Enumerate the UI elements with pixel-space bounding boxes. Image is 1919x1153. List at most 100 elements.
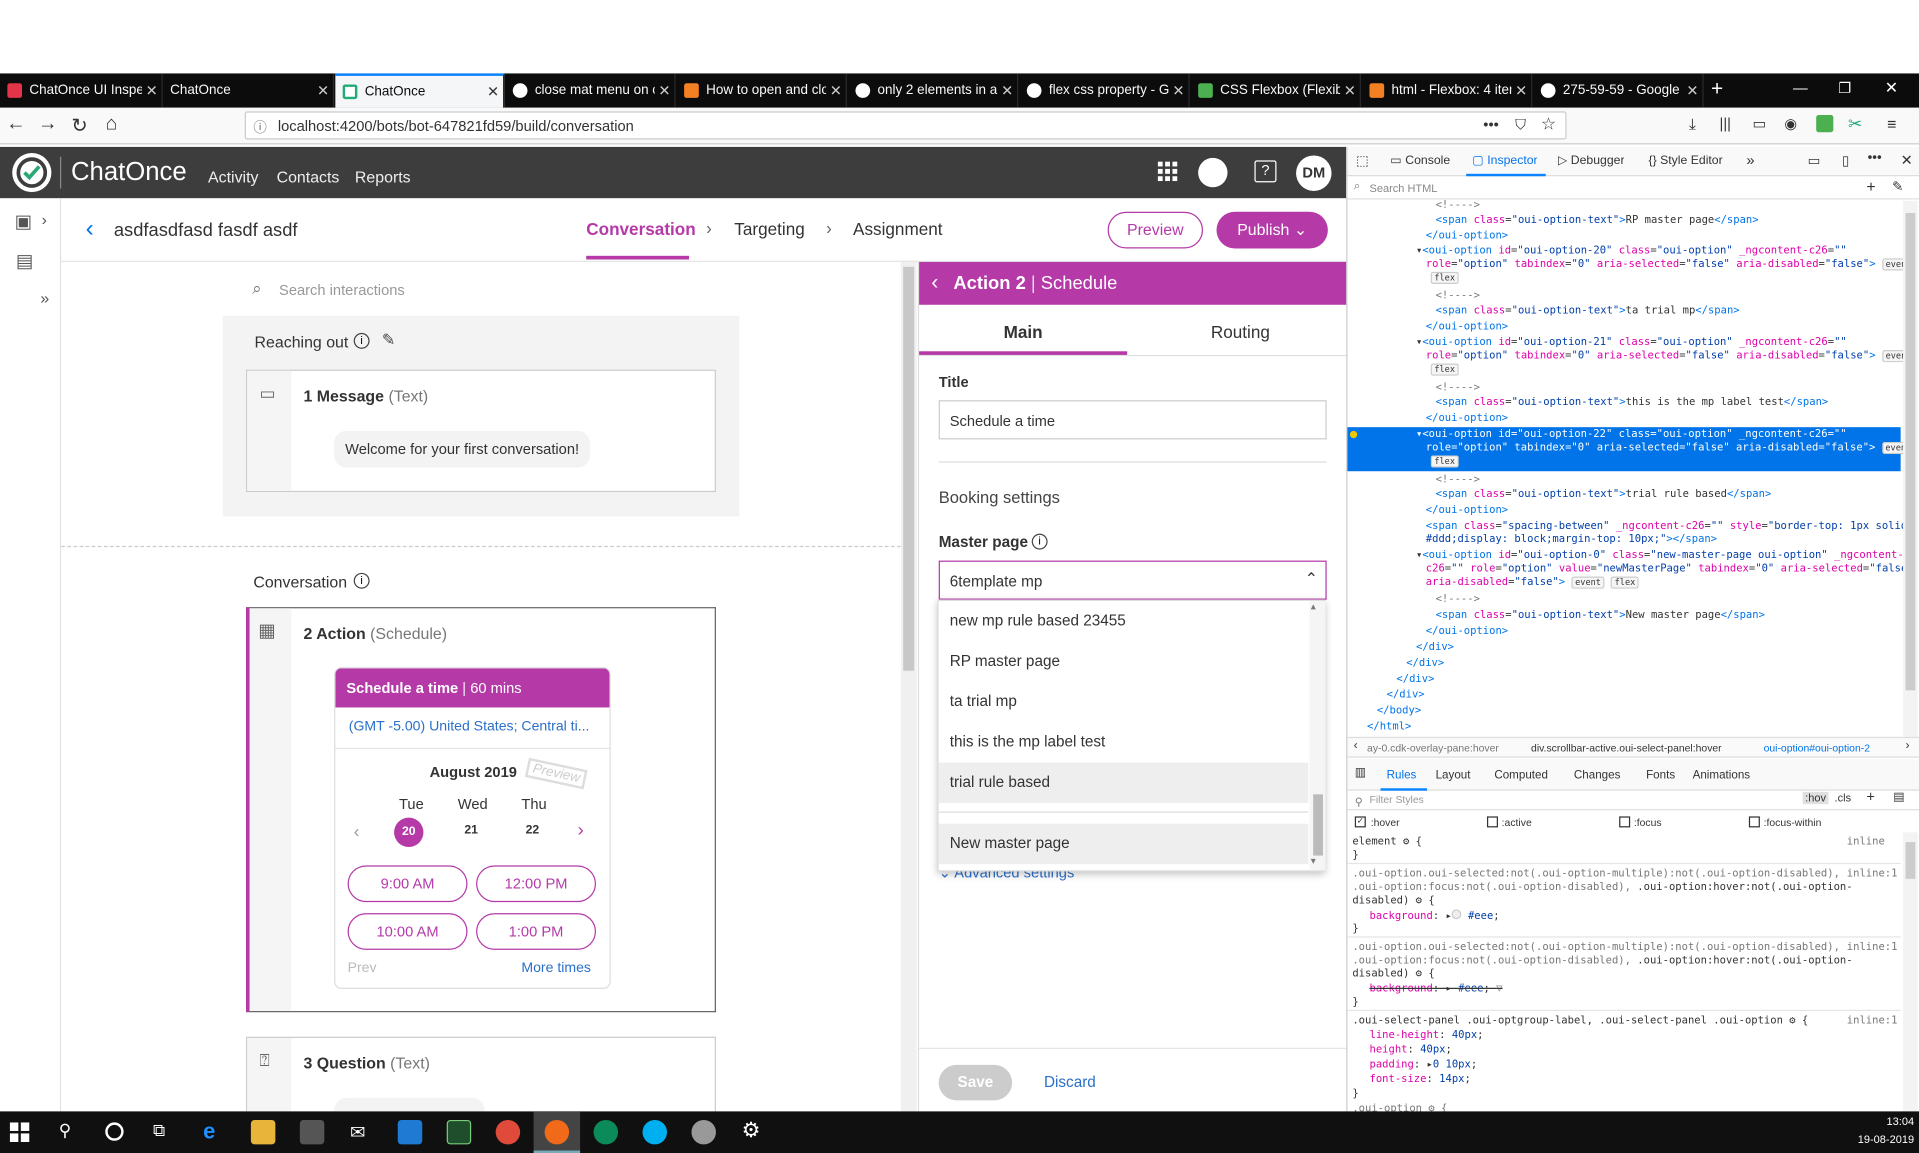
selected-markup-node[interactable]: ▾<oui-option id="oui-option-22" class="o… xyxy=(1347,427,1915,472)
devtools-tab-inspector[interactable]: ▢ Inspector xyxy=(1472,154,1537,167)
devtools-tab-debugger[interactable]: ▷ Debugger xyxy=(1558,154,1625,167)
markup-line[interactable]: </body> xyxy=(1377,705,1421,717)
markup-line[interactable]: <!----> xyxy=(1436,594,1480,606)
scroll-down-icon[interactable]: ▾ xyxy=(1311,856,1316,867)
nav-activity[interactable]: Activity xyxy=(208,168,258,186)
selected-date[interactable]: 20 xyxy=(394,817,424,848)
dropdown-scrollbar[interactable]: ▴ ▾ xyxy=(1309,600,1326,871)
step-conversation[interactable]: Conversation xyxy=(586,219,695,239)
teams-icon[interactable] xyxy=(593,1119,619,1145)
css-selector[interactable]: .oui-option.oui-selected:not(.oui-option… xyxy=(1352,868,1840,880)
css-selector[interactable]: .oui-select-panel .oui-optgroup-label, .… xyxy=(1352,1015,1808,1027)
markup-line[interactable]: </oui-option> xyxy=(1426,412,1508,424)
markup-line[interactable]: ▾<oui-option id="oui-option-21" class="o… xyxy=(1416,337,1847,349)
markup-line[interactable]: flex xyxy=(1430,271,1459,284)
css-declaration-overridden[interactable]: background: ▸ #eee; ▽ xyxy=(1369,983,1502,995)
skype-icon[interactable] xyxy=(642,1119,667,1145)
focus-within-checkbox[interactable] xyxy=(1748,816,1760,828)
option-item[interactable]: this is the mp label test xyxy=(939,722,1309,762)
print-media-icon[interactable]: ▤ xyxy=(1893,791,1905,804)
question-card[interactable]: ⍰ 3 Question (Text) xyxy=(245,1036,716,1112)
step-targeting[interactable]: Targeting xyxy=(734,219,804,239)
preview-button[interactable]: Preview xyxy=(1107,211,1204,249)
home-icon[interactable]: ⌂ xyxy=(98,114,125,136)
close-tab-icon[interactable]: ✕ xyxy=(313,82,333,99)
time-slot-button[interactable]: 9:00 AM xyxy=(347,865,468,903)
clock-date[interactable]: 19-08-2019 xyxy=(1841,1133,1914,1145)
css-declaration[interactable]: background: ▸ #eee; xyxy=(1369,909,1500,923)
help-icon[interactable]: ? xyxy=(1254,160,1277,183)
back-arrow-icon[interactable]: ‹ xyxy=(86,215,94,243)
focus-checkbox[interactable] xyxy=(1619,816,1631,828)
markup-line[interactable]: </oui-option> xyxy=(1426,230,1508,242)
file-explorer-icon[interactable] xyxy=(250,1119,276,1145)
scroll-up-icon[interactable]: ▴ xyxy=(1311,601,1316,612)
close-tab-icon[interactable]: ✕ xyxy=(483,83,503,100)
filter-styles-input[interactable]: Filter Styles xyxy=(1369,793,1423,805)
css-rule-line[interactable]: } xyxy=(1352,996,1358,1008)
chevron-right-icon[interactable]: › xyxy=(578,820,584,841)
new-tab-button[interactable]: + xyxy=(1711,77,1723,101)
css-source[interactable]: inline:1 xyxy=(1847,941,1898,953)
bookmark-star-icon[interactable]: ☆ xyxy=(1541,114,1556,135)
css-declaration[interactable]: line-height: 40px; xyxy=(1369,1029,1483,1041)
responsive-icon[interactable]: ▯ xyxy=(1842,153,1849,169)
library-icon[interactable]: ||| xyxy=(1720,115,1731,132)
markup-line[interactable]: flex xyxy=(1430,363,1459,376)
css-rule-line[interactable]: } xyxy=(1352,1088,1358,1100)
rules-tab-animations[interactable]: Animations xyxy=(1693,769,1751,782)
scrollbar-thumb[interactable] xyxy=(903,266,915,671)
chrome-icon[interactable] xyxy=(495,1119,521,1145)
css-declaration[interactable]: height: 40px; xyxy=(1369,1044,1451,1056)
publish-button[interactable]: Publish ⌄ xyxy=(1216,211,1328,249)
breadcrumb-item-active[interactable]: oui-option#oui-option-2 xyxy=(1764,742,1896,754)
markup-scrollbar[interactable] xyxy=(1903,200,1918,740)
chevron-right-icon[interactable]: › xyxy=(1906,739,1910,752)
css-selector[interactable]: disabled) ⚙ { xyxy=(1352,968,1434,980)
browser-tab[interactable]: ChatOnce UI Inspect ✕ xyxy=(0,73,163,108)
mail-icon[interactable]: ✉ xyxy=(350,1121,365,1143)
markup-line[interactable]: <span class="spacing-between" _ngcontent… xyxy=(1426,520,1907,532)
site-info-icon[interactable]: ⓘ xyxy=(253,118,266,138)
save-button[interactable]: Save xyxy=(938,1064,1013,1101)
prev-link[interactable]: Prev xyxy=(348,961,377,976)
new-master-page-option[interactable]: New master page xyxy=(938,823,1309,865)
back-icon[interactable]: ← xyxy=(2,114,29,136)
search-interactions-input[interactable]: Search interactions xyxy=(279,282,405,299)
app-icon[interactable] xyxy=(691,1119,716,1145)
nav-reports[interactable]: Reports xyxy=(355,168,411,186)
markup-line[interactable]: <!----> xyxy=(1436,382,1480,394)
chevron-right-icon[interactable]: › xyxy=(42,211,47,229)
css-selector[interactable]: .oui-option:focus:not(.oui-option-disabl… xyxy=(1352,881,1852,893)
info-icon[interactable]: i xyxy=(1031,533,1048,550)
chevron-left-icon[interactable]: ‹ xyxy=(1354,739,1358,752)
css-source[interactable]: inline:1 xyxy=(1847,868,1898,880)
editor-app-icon[interactable] xyxy=(446,1119,472,1145)
avatar[interactable]: DM xyxy=(1296,155,1332,191)
time-slot-button[interactable]: 1:00 PM xyxy=(476,913,597,950)
rules-tab-rules[interactable]: Rules xyxy=(1387,769,1417,782)
close-tab-icon[interactable]: ✕ xyxy=(142,82,162,99)
markup-line[interactable]: <span class="oui-option-text">RP master … xyxy=(1436,214,1759,226)
edit-pencil-icon[interactable]: ✎ xyxy=(382,330,395,350)
rules-tab-changes[interactable]: Changes xyxy=(1574,769,1621,782)
cors-extension-icon[interactable] xyxy=(1816,115,1834,133)
devtools-tab-style-editor[interactable]: {} Style Editor xyxy=(1649,154,1723,167)
tab-main[interactable]: Main xyxy=(919,322,1127,342)
more-times-link[interactable]: More times xyxy=(521,961,591,976)
pick-element-icon[interactable]: ⬚ xyxy=(1356,153,1369,169)
url-input[interactable]: localhost:4200/bots/bot-647821fd59/build… xyxy=(244,111,1567,140)
more-tabs-icon[interactable]: » xyxy=(1746,152,1754,169)
markup-line[interactable]: role="option" tabindex="0" aria-selected… xyxy=(1426,350,1916,363)
bot-icon[interactable]: ▣ xyxy=(15,211,32,233)
nav-contacts[interactable]: Contacts xyxy=(277,168,340,186)
browser-tab[interactable]: CSS Flexbox (Flexible ✕ xyxy=(1191,73,1361,108)
option-item[interactable]: ta trial mp xyxy=(939,682,1309,722)
css-source[interactable]: inline xyxy=(1847,836,1885,848)
hover-checkbox[interactable]: ✓ xyxy=(1354,816,1366,828)
markup-line[interactable]: <!----> xyxy=(1436,474,1480,486)
task-view-icon[interactable]: ⧉ xyxy=(153,1120,165,1141)
markup-line[interactable]: ▾<oui-option id="oui-option-20" class="o… xyxy=(1416,245,1847,257)
markup-line[interactable]: </div> xyxy=(1416,641,1454,653)
markup-line[interactable]: </html> xyxy=(1367,721,1411,733)
